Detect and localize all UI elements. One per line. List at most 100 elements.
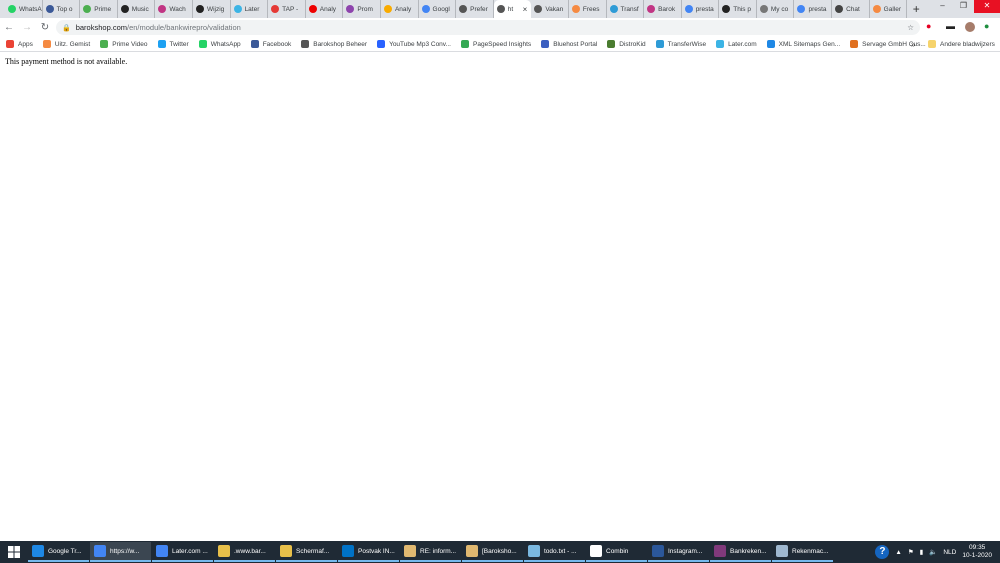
- tab[interactable]: Prom: [343, 0, 381, 18]
- tab[interactable]: Barok: [644, 0, 682, 18]
- bookmark-favicon-icon: [250, 40, 259, 48]
- bookmark-item[interactable]: Prime Video: [100, 40, 148, 48]
- bookmark-item[interactable]: Later.com: [716, 40, 757, 48]
- tab[interactable]: TAP -: [268, 0, 306, 18]
- bookmark-item[interactable]: PageSpeed Insights: [461, 40, 531, 48]
- bookmark-item[interactable]: XML Sitemaps Gen...: [766, 40, 840, 48]
- taskbar-item[interactable]: .www.bar...: [214, 542, 275, 562]
- show-hidden-icons[interactable]: ▲: [895, 549, 901, 556]
- other-bookmarks-folder[interactable]: Andere bladwijzers: [928, 40, 995, 48]
- tab[interactable]: Wijzig: [193, 0, 231, 18]
- tab[interactable]: Galler: [870, 0, 908, 18]
- bookmark-item[interactable]: Bluehost Portal: [541, 40, 597, 48]
- reload-icon[interactable]: ↻: [36, 22, 54, 33]
- app-icon: [776, 545, 788, 557]
- tab[interactable]: Transf: [607, 0, 645, 18]
- bookmarks-bar: Apps Uitz. Gemist Prime Video Twitter WhatsA…: [0, 37, 1000, 52]
- system-tray: ? ▲ ⚑ ▮ 🔈 NLD 09:35 10-1-2020: [875, 541, 1000, 563]
- flag-icon[interactable]: ⚑: [908, 548, 914, 556]
- bookmark-item[interactable]: TransferWise: [655, 40, 706, 48]
- tab[interactable]: Analy: [381, 0, 419, 18]
- app-icon: [342, 545, 354, 557]
- favicon-icon: [647, 5, 656, 13]
- tab[interactable]: Googl: [419, 0, 457, 18]
- app-icon: [590, 545, 602, 557]
- taskbar-item[interactable]: Schermaf...: [276, 542, 337, 562]
- tab-title: Wach: [169, 5, 186, 13]
- taskbar-item[interactable]: todo.txt - ...: [524, 542, 585, 562]
- back-icon[interactable]: ←: [0, 22, 18, 33]
- tab[interactable]: My co: [757, 0, 795, 18]
- tab-title: Analy: [394, 5, 412, 13]
- taskbar-item[interactable]: Combin: [586, 542, 647, 562]
- tab[interactable]: Analy: [306, 0, 344, 18]
- bookmark-item[interactable]: Uitz. Gemist: [42, 40, 90, 48]
- update-icon[interactable]: ●: [984, 21, 989, 31]
- taskbar-item[interactable]: Instagram...: [648, 542, 709, 562]
- tab[interactable]: Frees: [569, 0, 607, 18]
- bookmark-star-icon[interactable]: ☆: [907, 23, 914, 32]
- bookmark-item[interactable]: WhatsApp: [198, 40, 241, 48]
- taskbar-item[interactable]: Later.com ...: [152, 542, 213, 562]
- start-button[interactable]: [0, 541, 28, 563]
- tab[interactable]: Vakan: [531, 0, 569, 18]
- bookmark-item[interactable]: Facebook: [250, 40, 291, 48]
- app-icon: [218, 545, 230, 557]
- tab-title: Prom: [357, 5, 373, 13]
- avatar[interactable]: [965, 22, 975, 32]
- pinterest-icon[interactable]: ●: [926, 21, 931, 31]
- minimize-button[interactable]: –: [932, 0, 953, 13]
- taskbar-item[interactable]: Google Tr...: [28, 542, 89, 562]
- tab-title: Transf: [620, 5, 639, 13]
- taskbar: Google Tr... https://w... Later.com ... .ww…: [0, 541, 1000, 563]
- tab-title: TAP -: [282, 5, 299, 13]
- bookmark-item[interactable]: YouTube Mp3 Conv...: [377, 40, 451, 48]
- volume-icon[interactable]: 🔈: [929, 548, 937, 556]
- network-icon[interactable]: ▮: [920, 548, 924, 556]
- bookmark-item[interactable]: Twitter: [157, 40, 189, 48]
- close-window-button[interactable]: ✕: [974, 0, 1000, 13]
- app-icon: [94, 545, 106, 557]
- tab[interactable]: presta: [794, 0, 833, 18]
- taskbar-item[interactable]: [Baroksho...: [462, 542, 523, 562]
- tab[interactable]: Wach: [155, 0, 193, 18]
- tab[interactable]: Chat: [832, 0, 870, 18]
- tab[interactable]: Prefer: [456, 0, 494, 18]
- tab[interactable]: Prime: [80, 0, 118, 18]
- help-icon[interactable]: ?: [875, 545, 890, 559]
- new-tab-button[interactable]: +: [907, 0, 925, 18]
- bookmark-favicon-icon: [198, 40, 207, 48]
- bookmark-item[interactable]: Barokshop Beheer: [301, 40, 367, 48]
- language-indicator[interactable]: NLD: [943, 549, 956, 556]
- restore-button[interactable]: ❐: [953, 0, 974, 13]
- tab-title: ht: [507, 5, 514, 13]
- address-bar[interactable]: 🔒 barokshop.com/en/module/bankwirepro/va…: [56, 20, 920, 35]
- tab-title: Analy: [319, 5, 337, 13]
- tab-close-icon[interactable]: ×: [523, 5, 528, 14]
- tab[interactable]: Top o: [43, 0, 81, 18]
- windows-icon: [8, 546, 20, 558]
- bookmark-item[interactable]: DistroKid: [607, 40, 646, 48]
- favicon-icon: [346, 5, 355, 13]
- bookmark-favicon-icon: [100, 40, 109, 48]
- tab[interactable]: presta: [682, 0, 720, 18]
- forward-icon[interactable]: →: [18, 22, 36, 33]
- taskbar-item[interactable]: RE: inform...: [400, 542, 461, 562]
- tab[interactable]: Music: [118, 0, 156, 18]
- taskbar-item[interactable]: Postvak IN...: [338, 542, 399, 562]
- tab[interactable]: Later: [231, 0, 269, 18]
- favicon-icon: [158, 5, 167, 13]
- bookmarks-more-button[interactable]: »: [911, 40, 915, 49]
- tab[interactable]: WhatsApp: [5, 0, 43, 18]
- tab[interactable]: This p: [719, 0, 757, 18]
- bookmark-item[interactable]: Apps: [6, 40, 33, 48]
- app-icon: [652, 545, 664, 557]
- clock[interactable]: 09:35 10-1-2020: [962, 544, 992, 560]
- bookmark-favicon-icon: [716, 40, 725, 48]
- tab-active[interactable]: ht ×: [493, 0, 532, 18]
- taskbar-item[interactable]: Bankreken...: [710, 542, 771, 562]
- extension-icon[interactable]: ▬: [946, 21, 955, 31]
- bookmark-favicon-icon: [541, 40, 550, 48]
- taskbar-item[interactable]: https://w...: [90, 542, 151, 562]
- taskbar-item[interactable]: Rekenmac...: [772, 542, 833, 562]
